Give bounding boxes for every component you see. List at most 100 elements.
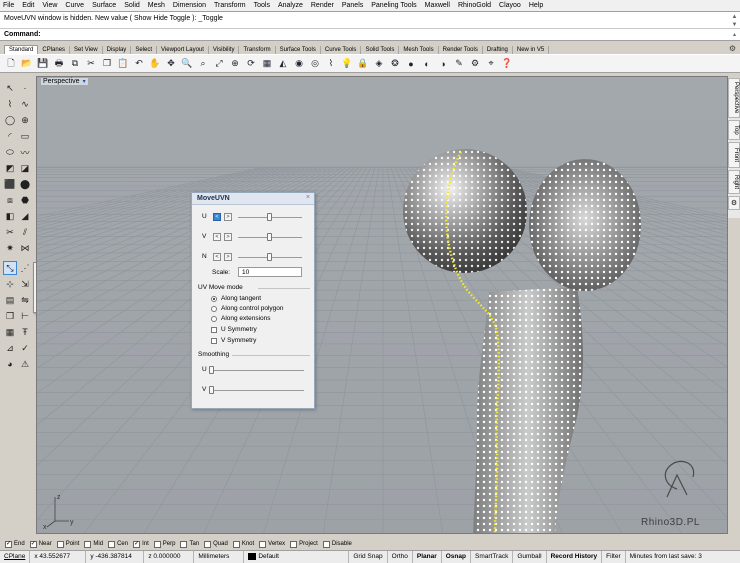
boolean-icon[interactable]: ◧ [3,209,17,223]
viewport-menu-caret-icon[interactable]: ▾ [83,78,86,85]
point-edit-icon[interactable]: ⤡ [3,261,17,275]
menu-item-dimension[interactable]: Dimension [173,2,206,9]
smooth-u-thumb[interactable] [209,366,214,374]
explode-icon[interactable]: ✷ [3,241,17,255]
color-wheel-icon[interactable]: ❂ [389,58,401,70]
dimension-icon[interactable]: ⊢ [18,309,32,323]
gumball-icon[interactable]: ⊹ [3,277,17,291]
smarttrack-toggle[interactable]: SmartTrack [471,551,514,563]
toolbar-tab-visibility[interactable]: Visibility [209,46,240,54]
view-tab-front[interactable]: Front [728,142,740,168]
menu-item-edit[interactable]: Edit [22,2,34,9]
lock-icon[interactable]: 🔒 [357,58,369,70]
toolbar-tab-standard[interactable]: Standard [4,45,39,54]
save-file-icon[interactable]: 💾 [37,58,49,70]
layer-icon[interactable]: ◈ [373,58,385,70]
v-symmetry-checkbox[interactable] [211,338,217,344]
osnap-disable[interactable]: Disable [322,540,352,548]
menu-item-maxwell[interactable]: Maxwell [425,2,450,9]
close-icon[interactable]: × [306,194,310,201]
menu-item-mesh[interactable]: Mesh [148,2,165,9]
undo-icon[interactable]: ↶ [133,58,145,70]
rotate-view-icon[interactable]: ⟳ [245,58,257,70]
material-sphere-icon[interactable]: ◐ [421,58,433,70]
analyze-direction-icon[interactable]: ⊿ [3,341,17,355]
smooth-v-track[interactable] [212,390,304,391]
toolbar-tab-solid-tools[interactable]: Solid Tools [361,46,400,54]
ortho-toggle[interactable]: Ortho [388,551,413,563]
zoom-window-icon[interactable]: ⌕ [197,58,209,70]
u-slider-thumb[interactable] [267,213,272,221]
v-slider-thumb[interactable] [267,233,272,241]
osnap-tan[interactable]: Tan [180,540,199,548]
osnap-int[interactable]: ✓ Int [133,540,149,548]
osnap-disable-checkbox[interactable] [322,540,330,548]
menu-item-transform[interactable]: Transform [214,2,246,9]
command-dropdown-icon[interactable]: ▴ [731,31,738,39]
moveuvn-title-bar[interactable]: MoveUVN × [192,193,314,205]
menu-item-solid[interactable]: Solid [124,2,140,9]
u-symmetry-checkbox[interactable] [211,327,217,333]
block-icon[interactable]: ❒ [3,309,17,323]
menu-item-clayoo[interactable]: Clayoo [499,2,521,9]
cplane-icon[interactable]: ◭ [277,58,289,70]
toolbar-tab-set-view[interactable]: Set View [70,46,103,54]
menu-item-analyze[interactable]: Analyze [278,2,303,9]
filter-toggle[interactable]: Filter [602,551,626,563]
script-pencil-icon[interactable]: ✎ [453,58,465,70]
copy-clipboard-icon[interactable]: ❐ [101,58,113,70]
view-tab-perspective[interactable]: Perspective [728,78,740,118]
menu-item-help[interactable]: Help [529,2,543,9]
osnap-point-checkbox[interactable] [56,540,64,548]
check-icon[interactable]: ✓ [18,341,32,355]
mode-along-tangent-radio[interactable] [211,296,217,302]
point-icon[interactable]: · [18,81,32,95]
rectangle-icon[interactable]: ▭ [18,129,32,143]
cut-icon[interactable]: ✂ [85,58,97,70]
solid-box-icon[interactable]: ⬛ [3,177,17,191]
options-gear-icon[interactable]: ⚙ [469,58,481,70]
u-decrease-button[interactable]: < [213,213,221,221]
menu-item-curve[interactable]: Curve [65,2,84,9]
fillet-icon[interactable]: ◢ [18,209,32,223]
select-arrow-icon[interactable]: ↖ [3,81,17,95]
view-tab-settings-icon[interactable]: ⚙ [728,196,740,210]
osnap-project-checkbox[interactable] [290,540,298,548]
osnap-vertex[interactable]: Vertex [259,540,285,548]
osnap-int-checkbox[interactable]: ✓ [133,540,141,548]
toolbar-tab-select[interactable]: Select [131,46,157,54]
zoom-extents-icon[interactable]: ⤢ [213,58,225,70]
points-on-icon[interactable]: ◉ [293,58,305,70]
snapshot-icon[interactable]: ◎ [309,58,321,70]
open-file-icon[interactable]: 📂 [21,58,33,70]
viewport-title[interactable]: Perspective ▾ [41,78,88,85]
toolbar-tab-new-in-v5[interactable]: New in V5 [513,46,550,54]
four-view-icon[interactable]: ▦ [261,58,273,70]
u-increase-button[interactable]: > [224,213,232,221]
history-scroll-down-icon[interactable]: ▼ [731,21,738,29]
grid-array-icon[interactable]: ▦ [3,325,17,339]
planar-toggle[interactable]: Planar [413,551,442,563]
curve-icon[interactable]: ∿ [18,97,32,111]
toolbar-tab-mesh-tools[interactable]: Mesh Tools [399,46,439,54]
osnap-end-checkbox[interactable]: ✓ [5,540,12,548]
v-increase-button[interactable]: > [224,233,232,241]
array-icon[interactable]: ▤ [3,293,17,307]
surface-loft-icon[interactable]: ◪ [18,161,32,175]
osnap-cen[interactable]: Cen [108,540,128,548]
osnap-mid[interactable]: Mid [84,540,103,548]
toolbar-tab-display[interactable]: Display [103,46,132,54]
warning-icon[interactable]: ⚠ [18,357,32,371]
osnap-near[interactable]: ✓ Near [29,540,52,548]
menu-item-panels[interactable]: Panels [342,2,363,9]
osnap-near-checkbox[interactable]: ✓ [29,540,37,548]
control-points-icon[interactable]: ⋰ [18,261,32,275]
menu-item-tools[interactable]: Tools [254,2,270,9]
menu-item-paneling-tools[interactable]: Paneling Tools [371,2,416,9]
ellipse-icon[interactable]: ⬭ [3,145,17,159]
gumball-toggle[interactable]: Gumball [513,551,547,563]
osnap-tan-checkbox[interactable] [180,540,188,548]
join-icon[interactable]: ⋈ [18,241,32,255]
view-tab-right[interactable]: Right [728,170,740,194]
text-icon[interactable]: Ŧ [18,325,32,339]
